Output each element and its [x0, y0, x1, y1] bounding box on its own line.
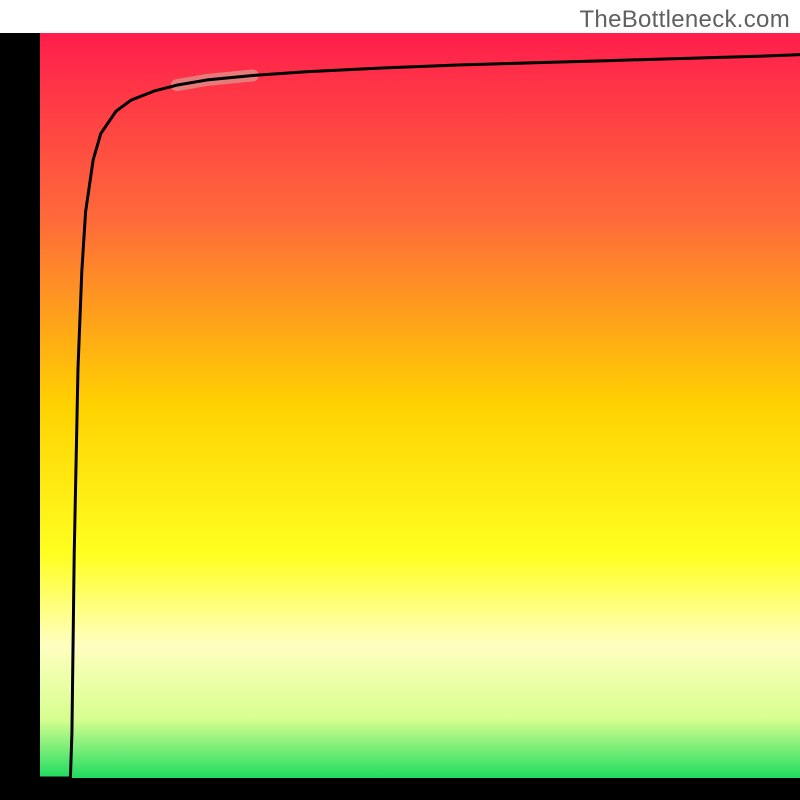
attribution-text: TheBottleneck.com — [579, 6, 790, 34]
chart-root: TheBottleneck.com — [0, 0, 800, 800]
axis-left — [0, 33, 40, 800]
axis-bottom — [0, 778, 800, 800]
chart-svg — [0, 0, 800, 800]
plot-background — [40, 33, 800, 778]
